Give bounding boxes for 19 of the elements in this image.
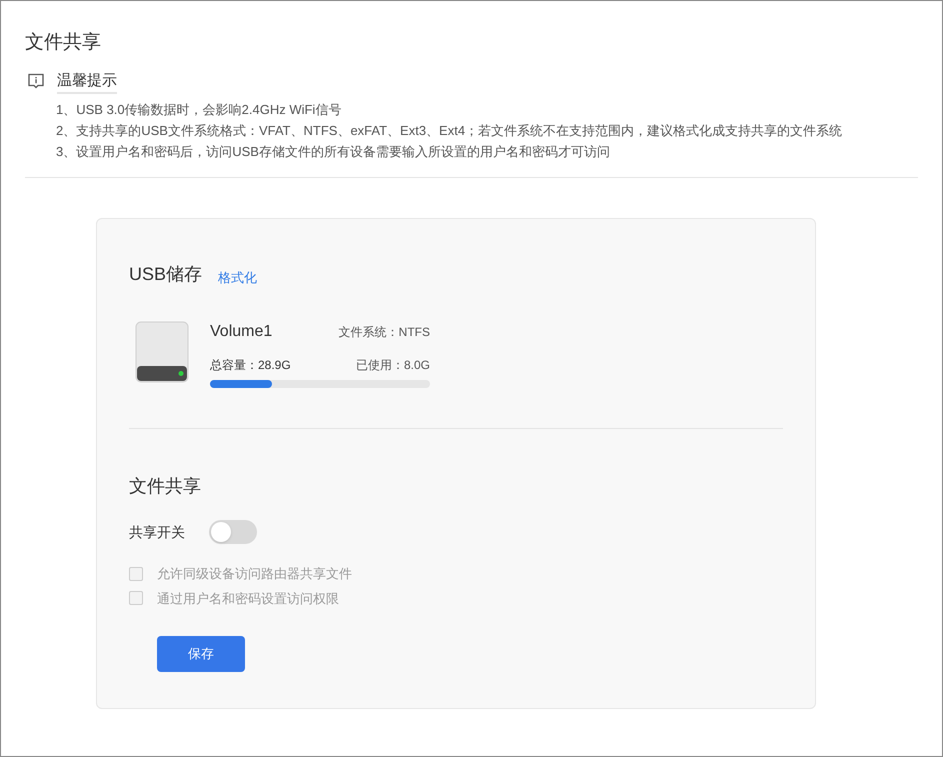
- save-button[interactable]: 保存: [157, 636, 245, 672]
- switch-label: 共享开关: [129, 522, 185, 542]
- section-title: USB储存: [129, 263, 202, 286]
- section-title: 文件共享: [129, 475, 202, 498]
- tips-title: 温馨提示: [57, 70, 117, 94]
- checkbox-label: 通过用户名和密码设置访问权限: [157, 590, 339, 608]
- tip-text: 2、支持共享的USB文件系统格式：VFAT、NTFS、exFAT、Ext3、Ext4；若文件系统不在支持范围内，建议格式化成支持共享的文件系统: [56, 122, 844, 140]
- volume-name: Volume1: [210, 322, 272, 342]
- used-capacity: 已使用：8.0G: [356, 357, 430, 374]
- checkbox-label: 允许同级设备访问路由器共享文件: [157, 565, 352, 583]
- tip-text: 3、设置用户名和密码后，访问USB存储文件的所有设备需要输入所设置的用户名和密码才可访问: [56, 143, 611, 161]
- tip-text: 1、USB 3.0传输数据时，会影响2.4GHz WiFi信号: [56, 101, 342, 119]
- share-switch[interactable]: [209, 520, 257, 544]
- format-link[interactable]: 格式化: [218, 268, 258, 287]
- page-title: 文件共享: [25, 31, 102, 55]
- info-icon: [27, 73, 45, 90]
- total-capacity: 总容量：28.9G: [210, 357, 291, 374]
- drive-icon: [134, 320, 190, 384]
- filesystem-text: 文件系统：NTFS: [338, 324, 430, 341]
